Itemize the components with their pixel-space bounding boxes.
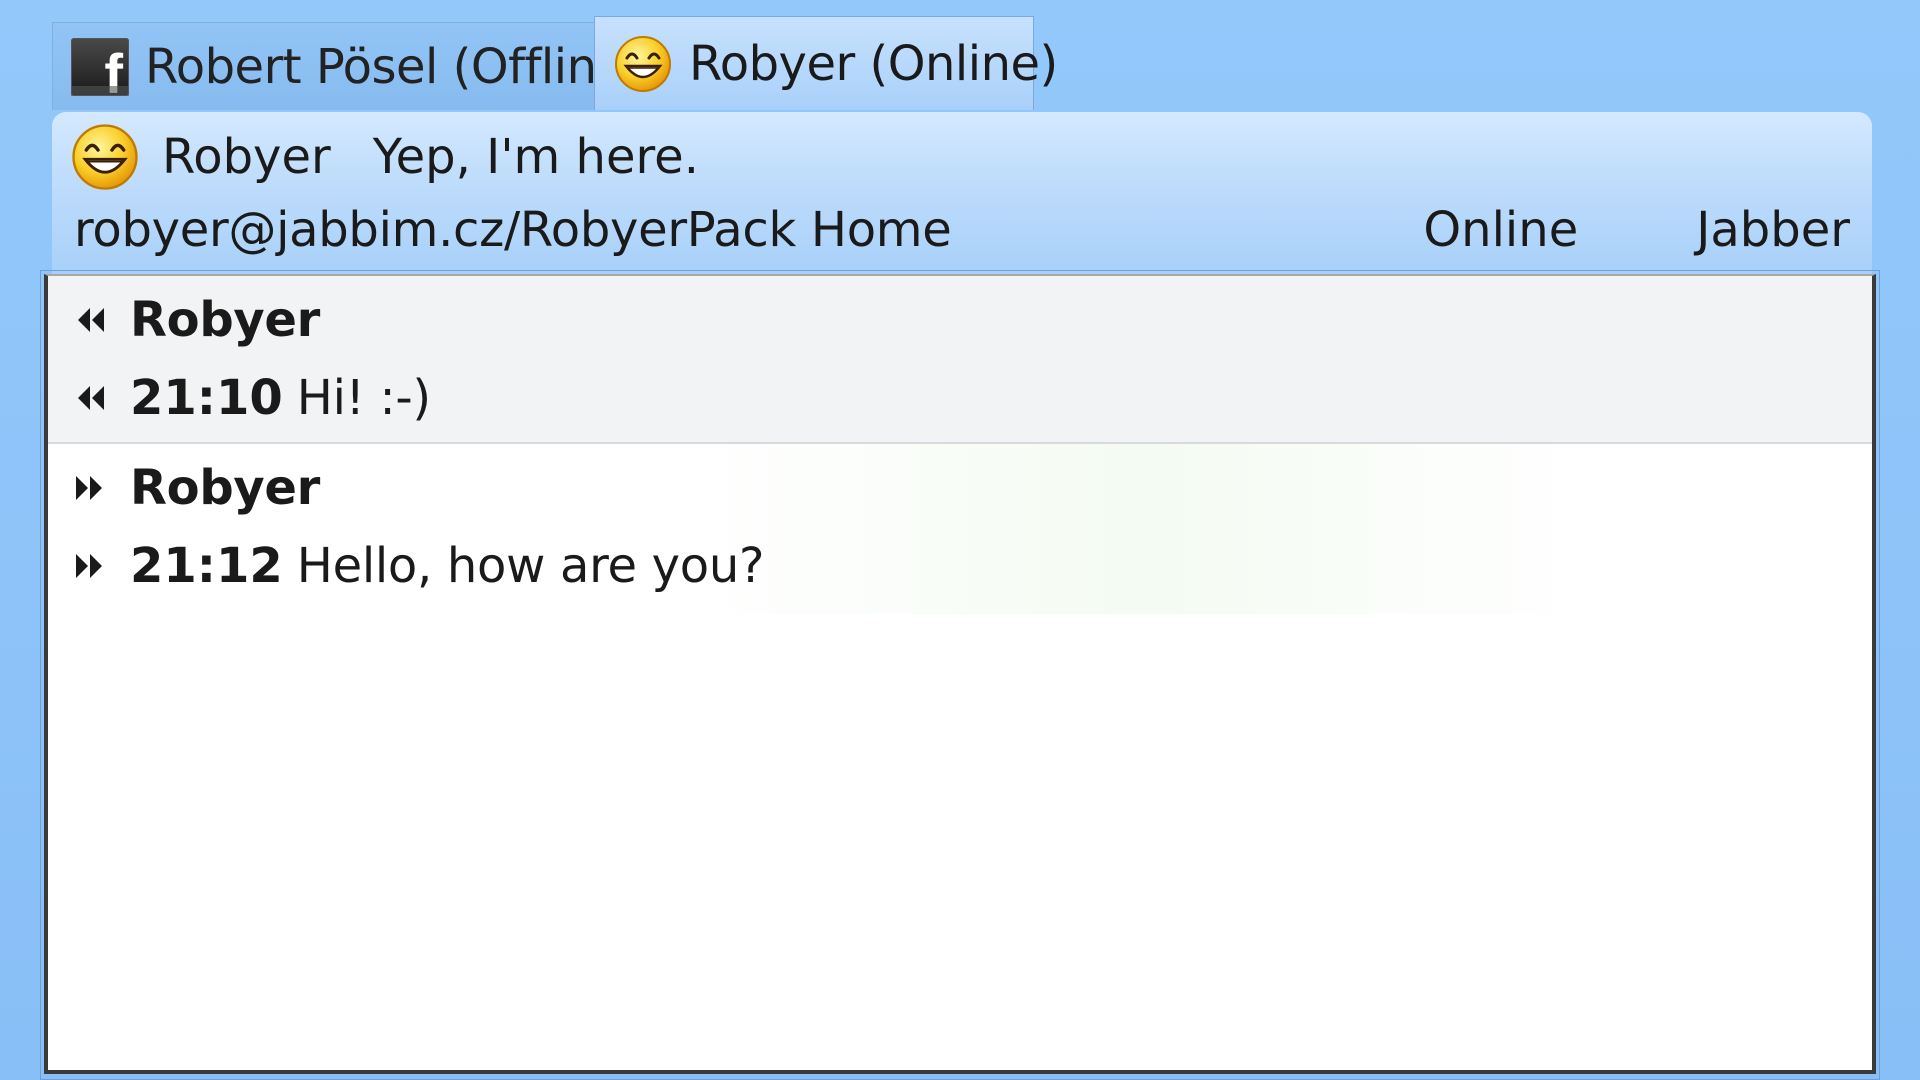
chat-window: Robert Pösel (Offline) Robyer (Online) xyxy=(0,0,1920,1080)
message-text: Hello, how are you? xyxy=(296,538,765,594)
contact-jid: robyer@jabbim.cz/RobyerPack Home xyxy=(74,202,952,258)
message-group-incoming: Robyer 21:10 Hi! :-) xyxy=(48,276,1872,444)
message-sender: Robyer xyxy=(130,292,321,348)
contact-info-panel: Robyer Yep, I'm here. robyer@jabbim.cz/R… xyxy=(52,112,1872,274)
tab-label: Robert Pösel (Offline) xyxy=(145,38,644,95)
tab-label: Robyer (Online) xyxy=(689,35,1058,92)
message-time: 21:10 xyxy=(130,370,283,426)
message-text: Hi! :-) xyxy=(296,370,431,426)
contact-nick: Robyer xyxy=(162,129,331,185)
contact-status-message: Yep, I'm here. xyxy=(372,129,699,185)
message-log[interactable]: Robyer 21:10 Hi! :-) Robyer 21:12 Hello,… xyxy=(44,274,1876,1074)
message-group-outgoing: Robyer 21:12 Hello, how are you? xyxy=(48,444,1872,614)
contact-status-smiley-icon xyxy=(72,124,138,190)
tab-robyer[interactable]: Robyer (Online) xyxy=(594,16,1058,110)
message-sender: Robyer xyxy=(130,460,321,516)
message-time: 21:12 xyxy=(130,538,283,594)
contact-protocol: Jabber xyxy=(1696,202,1850,258)
incoming-arrow-icon xyxy=(78,308,104,332)
incoming-arrow-icon xyxy=(78,386,104,410)
tab-robert-posel[interactable]: Robert Pösel (Offline) xyxy=(52,22,644,110)
outgoing-arrow-icon xyxy=(76,476,102,500)
tab-bar: Robert Pösel (Offline) Robyer (Online) xyxy=(52,16,1058,110)
message-body: 21:10 Hi! :-) xyxy=(70,366,431,430)
message-header: Robyer xyxy=(70,456,320,520)
smiley-icon xyxy=(615,35,671,92)
message-body: 21:12 Hello, how are you? xyxy=(70,534,764,598)
contact-status: Online xyxy=(1423,202,1579,258)
message-header: Robyer xyxy=(70,288,320,352)
outgoing-arrow-icon xyxy=(76,554,102,578)
facebook-icon xyxy=(71,37,129,102)
